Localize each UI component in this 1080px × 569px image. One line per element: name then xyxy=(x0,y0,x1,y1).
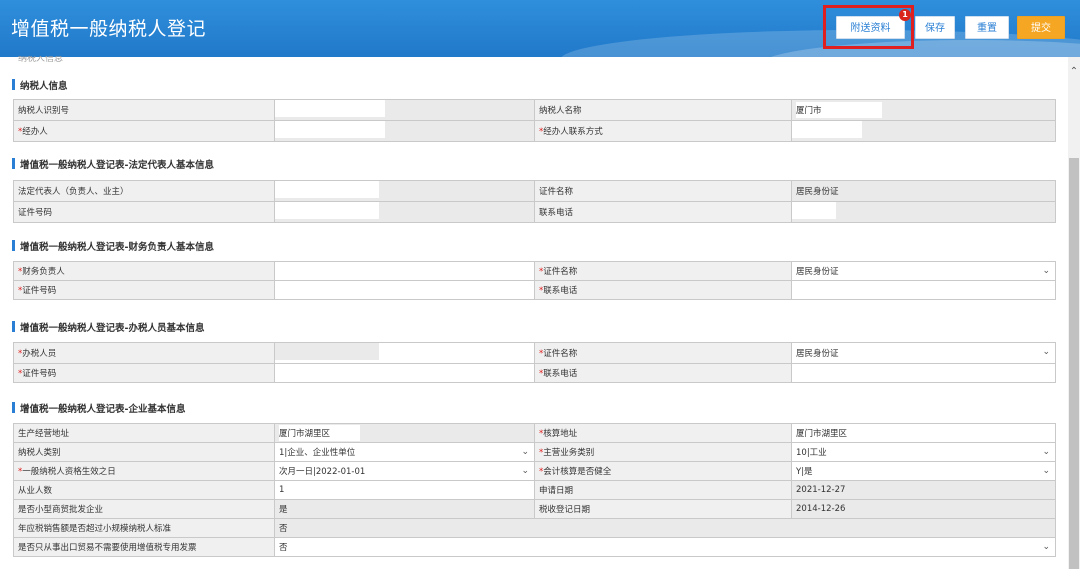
field-label: 是否只从事出口贸易不需要使用增值税专用发票 xyxy=(13,537,275,557)
section-title-tax-staff: 增值税一般纳税人登记表-办税人员基本信息 xyxy=(12,320,204,334)
taxpayer-info-table: 纳税人识别号 纳税人名称 厦门市 *经办人 *经办人联系方式 xyxy=(13,99,1056,142)
field-label: *经办人 xyxy=(13,120,275,142)
effective-date-select[interactable]: 次月一日|2022-01-01 ⌄ xyxy=(274,461,535,481)
field-label: 证件号码 xyxy=(13,201,275,223)
export-only-select[interactable]: 否 ⌄ xyxy=(274,537,1056,557)
field-label: 税收登记日期 xyxy=(534,499,792,519)
table-row: *经办人 *经办人联系方式 xyxy=(13,120,1056,142)
table-row: 是否只从事出口贸易不需要使用增值税专用发票 否 ⌄ xyxy=(13,537,1056,557)
table-row: *财务负责人 *证件名称 居民身份证 ⌄ xyxy=(13,261,1056,281)
section-title-legal-rep: 增值税一般纳税人登记表-法定代表人基本信息 xyxy=(12,157,214,171)
table-row: *办税人员 *证件名称 居民身份证 ⌄ xyxy=(13,342,1056,364)
submit-button[interactable]: 提交 xyxy=(1017,16,1065,39)
accounting-sound-select[interactable]: Y|是 ⌄ xyxy=(791,461,1056,481)
field-label: *证件名称 xyxy=(534,342,792,364)
section-title-company-info: 增值税一般纳税人登记表-企业基本信息 xyxy=(12,401,185,415)
field-label: *核算地址 xyxy=(534,423,792,443)
accounting-address-input[interactable]: 厦门市湖里区 xyxy=(791,423,1056,443)
legal-rep-field xyxy=(274,180,535,202)
id-type-field: 居民身份证 xyxy=(791,180,1056,202)
field-label: 从业人数 xyxy=(13,480,275,500)
chevron-down-icon: ⌄ xyxy=(1042,542,1050,552)
chevron-down-icon: ⌄ xyxy=(1042,447,1050,457)
table-row: 从业人数 1 申请日期 2021-12-27 xyxy=(13,480,1056,500)
id-number-field xyxy=(274,201,535,223)
notification-badge: 1 xyxy=(899,9,911,21)
field-label: 纳税人识别号 xyxy=(13,99,275,121)
field-label: 年应税销售额是否超过小规模纳税人标准 xyxy=(13,518,275,538)
tax-staff-input[interactable] xyxy=(274,342,535,364)
table-row: *证件号码 *联系电话 xyxy=(13,363,1056,383)
employee-count-input[interactable]: 1 xyxy=(274,480,535,500)
field-label: *一般纳税人资格生效之日 xyxy=(13,461,275,481)
field-label: *办税人员 xyxy=(13,342,275,364)
phone-field xyxy=(791,201,1056,223)
chevron-down-icon: ⌄ xyxy=(1042,466,1050,476)
field-label: 法定代表人（负责人、业主） xyxy=(13,180,275,202)
phone-input[interactable] xyxy=(791,363,1056,383)
tax-registration-date-field: 2014-12-26 xyxy=(791,499,1056,519)
small-wholesale-field: 是 xyxy=(274,499,535,519)
id-number-input[interactable] xyxy=(274,363,535,383)
finance-head-input[interactable] xyxy=(274,261,535,281)
table-row: *一般纳税人资格生效之日 次月一日|2022-01-01 ⌄ *会计核算是否健全 … xyxy=(13,461,1056,481)
reset-button[interactable]: 重置 xyxy=(965,16,1009,39)
table-row: 法定代表人（负责人、业主） 证件名称 居民身份证 xyxy=(13,180,1056,202)
field-label: 申请日期 xyxy=(534,480,792,500)
scrollbar-thumb[interactable] xyxy=(1069,158,1079,569)
tax-staff-table: *办税人员 *证件名称 居民身份证 ⌄ *证件号码 *联系电话 xyxy=(13,342,1056,383)
section-title-finance-head: 增值税一般纳税人登记表-财务负责人基本信息 xyxy=(12,239,214,253)
table-row: 是否小型商贸批发企业 是 税收登记日期 2014-12-26 xyxy=(13,499,1056,519)
phone-input[interactable] xyxy=(791,280,1056,300)
field-label: *财务负责人 xyxy=(13,261,275,281)
table-row: 纳税人识别号 纳税人名称 厦门市 xyxy=(13,99,1056,121)
cut-off-text: 纳税人信息 xyxy=(18,56,64,64)
id-type-select[interactable]: 居民身份证 ⌄ xyxy=(791,342,1056,364)
chevron-down-icon: ⌄ xyxy=(521,466,529,476)
field-label: *主营业务类别 xyxy=(534,442,792,462)
field-label: *联系电话 xyxy=(534,280,792,300)
field-label: *会计核算是否健全 xyxy=(534,461,792,481)
table-row: 生产经营地址 厦门市湖里区 *核算地址 厦门市湖里区 xyxy=(13,423,1056,443)
field-label: 纳税人类别 xyxy=(13,442,275,462)
table-row: 纳税人类别 1|企业、企业性单位 ⌄ *主营业务类别 10|工业 ⌄ xyxy=(13,442,1056,462)
field-label: *证件号码 xyxy=(13,363,275,383)
agent-field xyxy=(274,120,535,142)
main-business-select[interactable]: 10|工业 ⌄ xyxy=(791,442,1056,462)
id-number-input[interactable] xyxy=(274,280,535,300)
field-label: *经办人联系方式 xyxy=(534,120,792,142)
chevron-down-icon: ⌄ xyxy=(1042,266,1050,276)
field-label: 纳税人名称 xyxy=(534,99,792,121)
field-label: 是否小型商贸批发企业 xyxy=(13,499,275,519)
field-label: *证件名称 xyxy=(534,261,792,281)
taxpayer-name-field: 厦门市 xyxy=(791,99,1056,121)
table-row: 证件号码 联系电话 xyxy=(13,201,1056,223)
agent-contact-field xyxy=(791,120,1056,142)
table-row: *证件号码 *联系电话 xyxy=(13,280,1056,300)
page-header: 增值税一般纳税人登记 附送资料 保存 重置 提交 1 xyxy=(0,0,1080,57)
scroll-up-chevron-icon[interactable]: ⌃ xyxy=(1068,66,1080,78)
legal-rep-table: 法定代表人（负责人、业主） 证件名称 居民身份证 证件号码 联系电话 xyxy=(13,180,1056,223)
taxpayer-id-field xyxy=(274,99,535,121)
finance-head-table: *财务负责人 *证件名称 居民身份证 ⌄ *证件号码 *联系电话 xyxy=(13,261,1056,300)
field-label: *联系电话 xyxy=(534,363,792,383)
field-label: 生产经营地址 xyxy=(13,423,275,443)
save-button[interactable]: 保存 xyxy=(915,16,955,39)
table-row: 年应税销售额是否超过小规模纳税人标准 否 xyxy=(13,518,1056,538)
application-date-field: 2021-12-27 xyxy=(791,480,1056,500)
chevron-down-icon: ⌄ xyxy=(1042,347,1050,357)
field-label: 联系电话 xyxy=(534,201,792,223)
chevron-down-icon: ⌄ xyxy=(521,447,529,457)
id-type-select[interactable]: 居民身份证 ⌄ xyxy=(791,261,1056,281)
sales-exceed-field: 否 xyxy=(274,518,1056,538)
section-title-taxpayer-info: 纳税人信息 xyxy=(12,78,68,92)
field-label: 证件名称 xyxy=(534,180,792,202)
taxpayer-category-select[interactable]: 1|企业、企业性单位 ⌄ xyxy=(274,442,535,462)
field-label: *证件号码 xyxy=(13,280,275,300)
business-address-field: 厦门市湖里区 xyxy=(274,423,535,443)
page-title: 增值税一般纳税人登记 xyxy=(11,18,207,40)
company-info-table: 生产经营地址 厦门市湖里区 *核算地址 厦门市湖里区 纳税人类别 1|企业、企业… xyxy=(13,423,1056,557)
